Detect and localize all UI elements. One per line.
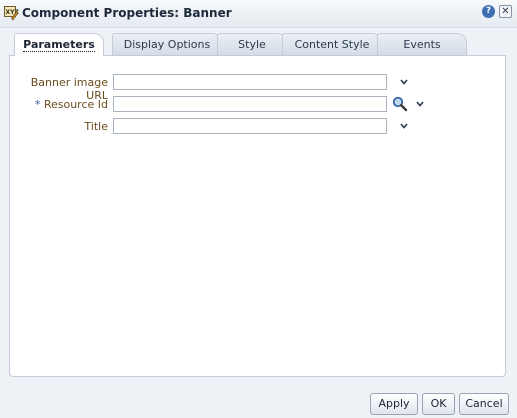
dialog-titlebar: XYZ Component Properties: Banner ? ✕	[0, 0, 517, 28]
banner-image-url-field[interactable]	[113, 74, 387, 90]
tab-parameters[interactable]: Parameters	[14, 33, 104, 56]
tab-events-label: Events	[403, 38, 441, 51]
help-icon[interactable]: ?	[482, 5, 495, 18]
parameters-panel: Banner image URL * Resource Id Title	[9, 55, 506, 377]
tab-content-style-label: Content Style	[294, 38, 370, 51]
tab-display-options[interactable]: Display Options	[112, 33, 222, 55]
close-icon[interactable]: ✕	[499, 5, 512, 18]
resource-id-label-text: Resource Id	[43, 98, 108, 111]
component-properties-icon: XYZ	[4, 6, 19, 21]
resource-id-field[interactable]	[113, 96, 387, 112]
tab-display-options-label: Display Options	[123, 38, 211, 51]
dialog-title: Component Properties: Banner	[22, 6, 232, 20]
search-icon[interactable]	[392, 96, 408, 112]
resource-id-label: * Resource Id	[12, 98, 108, 111]
tab-parameters-label: Parameters	[23, 38, 95, 52]
apply-button[interactable]: Apply	[370, 393, 418, 415]
tab-bar: Parameters Display Options Style Content…	[9, 33, 509, 56]
chevron-down-icon[interactable]	[399, 77, 409, 87]
tab-style[interactable]: Style	[217, 33, 287, 55]
cancel-button[interactable]: Cancel	[459, 393, 509, 415]
chevron-down-icon[interactable]	[399, 121, 409, 131]
tab-content-style[interactable]: Content Style	[282, 33, 382, 55]
title-field[interactable]	[113, 118, 387, 134]
required-marker: *	[34, 98, 41, 111]
chevron-down-icon[interactable]	[415, 99, 425, 109]
dialog-footer: Apply OK Cancel	[0, 385, 517, 418]
tab-style-label: Style	[238, 38, 266, 51]
tab-events[interactable]: Events	[377, 33, 467, 55]
title-label: Title	[84, 120, 108, 133]
ok-button[interactable]: OK	[422, 393, 455, 415]
